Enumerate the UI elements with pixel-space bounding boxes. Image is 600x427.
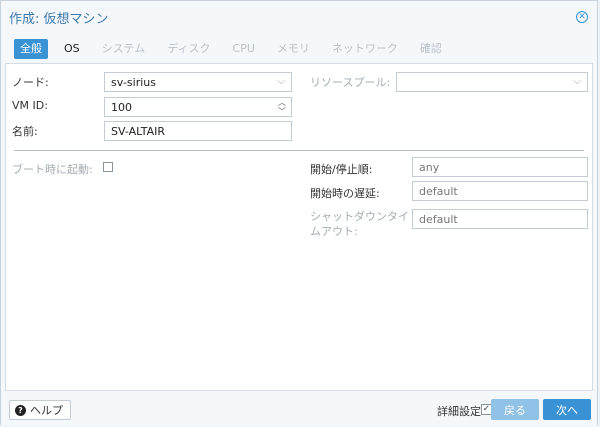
tab-os[interactable]: OS <box>58 39 86 59</box>
node-value: sv-sirius <box>111 75 156 89</box>
name-label: 名前: <box>12 125 38 138</box>
question-icon: ? <box>15 404 26 416</box>
node-select[interactable]: sv-sirius ⌵ <box>104 72 292 92</box>
spinner-icon[interactable]: ︿ ﹀ <box>278 98 286 116</box>
order-input[interactable]: any <box>412 157 588 177</box>
section-divider <box>14 150 584 151</box>
tab-memory: メモリ <box>276 42 310 55</box>
vmid-input[interactable]: 100 ︿ ﹀ <box>104 97 292 117</box>
next-button[interactable]: 次へ <box>543 399 591 420</box>
tab-general[interactable]: 全般 <box>14 39 48 59</box>
shutdown-label-line1: シャットダウンタイ <box>310 210 409 223</box>
close-icon[interactable]: ✕ <box>576 11 588 23</box>
vmid-label: VM ID: <box>12 99 48 112</box>
name-input[interactable]: SV-ALTAIR <box>104 121 292 141</box>
delay-input[interactable]: default <box>412 181 588 201</box>
back-button[interactable]: 戻る <box>491 399 539 420</box>
node-label: ノード: <box>12 76 49 89</box>
order-label: 開始/停止順: <box>310 163 373 176</box>
create-vm-dialog: 作成: 仮想マシン ✕ 全般 OS システム ディスク CPU メモリ ネットワ… <box>0 0 598 426</box>
tab-confirm: 確認 <box>419 42 442 55</box>
shutdown-label-line2: ムアウト: <box>310 225 358 238</box>
name-value: SV-ALTAIR <box>111 124 166 138</box>
delay-value: default <box>419 184 458 198</box>
pool-label: リソースプール: <box>310 76 391 89</box>
tab-system: システム <box>101 42 146 55</box>
vmid-value: 100 <box>111 100 132 114</box>
delay-label: 開始時の遅延: <box>310 187 380 200</box>
shutdown-value: default <box>419 212 458 226</box>
tab-disk: ディスク <box>167 42 211 55</box>
advanced-label: 詳細設定 <box>437 405 481 418</box>
dialog-titlebar: 作成: 仮想マシン ✕ <box>1 1 597 33</box>
boot-label: ブート時に起動: <box>12 163 93 176</box>
tab-cpu: CPU <box>232 42 255 55</box>
help-label: ヘルプ <box>30 404 63 417</box>
chevron-down-icon: ⌵ <box>277 76 285 87</box>
shutdown-input[interactable]: default <box>412 209 588 229</box>
help-button[interactable]: ? ヘルプ <box>9 400 71 420</box>
dialog-title: 作成: 仮想マシン <box>9 11 109 27</box>
tab-network: ネットワーク <box>331 42 398 55</box>
pool-select[interactable]: ⌵ <box>396 72 588 92</box>
general-panel: ノード: sv-sirius ⌵ リソースプール: ⌵ VM ID: 100 ︿… <box>5 63 593 391</box>
boot-checkbox[interactable] <box>103 162 113 172</box>
order-value: any <box>419 160 440 174</box>
wizard-tabs: 全般 OS システム ディスク CPU メモリ ネットワーク 確認 <box>1 37 597 61</box>
dialog-footer: ? ヘルプ 詳細設定 ✓ 戻る 次へ <box>1 393 597 426</box>
chevron-down-icon: ⌵ <box>573 76 581 87</box>
